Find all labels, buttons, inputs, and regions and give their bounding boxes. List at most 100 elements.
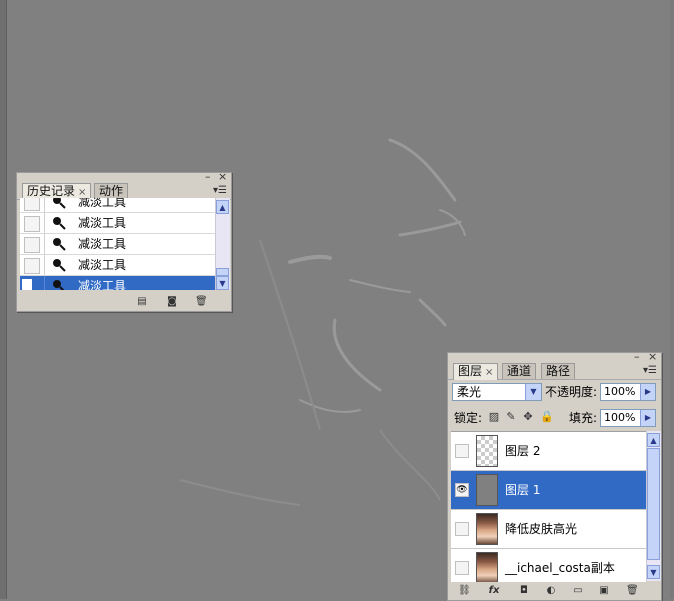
lock-row: 锁定: ▨ ✎ ✥ 🔒 填充: 100% ▶ xyxy=(448,408,661,430)
history-item[interactable]: 减淡工具 xyxy=(20,255,216,276)
layer-thumbnail xyxy=(476,552,498,582)
layer-row[interactable]: __ichael_costa副本 xyxy=(451,549,646,582)
new-document-icon[interactable]: ▤ xyxy=(136,296,148,307)
opacity-label: 不透明度: xyxy=(545,385,598,399)
layers-panel-titlebar[interactable]: – × xyxy=(448,351,661,363)
layer-thumbnail xyxy=(476,474,498,506)
snapshot-camera-icon[interactable]: ◙ xyxy=(166,296,178,307)
divider xyxy=(44,198,45,212)
layer-name: __ichael_costa副本 xyxy=(505,561,615,575)
panel-menu-icon[interactable]: ▾☰ xyxy=(643,365,657,376)
lock-move-icon[interactable]: ✥ xyxy=(522,411,534,423)
tab-channels[interactable]: 通道 xyxy=(502,363,537,379)
eye-icon[interactable]: 👁 xyxy=(455,483,469,497)
opacity-input[interactable]: 100% ▶ xyxy=(600,383,656,401)
tab-close-icon[interactable]: × xyxy=(485,367,493,378)
scroll-thumb[interactable] xyxy=(647,448,660,560)
tab-paths-label: 路径 xyxy=(546,364,571,378)
fill-input[interactable]: 100% ▶ xyxy=(600,409,656,427)
visibility-toggle[interactable] xyxy=(455,444,469,458)
close-icon[interactable]: × xyxy=(648,351,657,363)
mask-icon[interactable]: ◘ xyxy=(518,585,530,596)
layers-panel: – × 图层 × 通道 路径 ▾☰ 柔光 ▼ 不透明度: 100% ▶ 锁定: ▨… xyxy=(447,351,662,601)
tab-actions[interactable]: 动作 xyxy=(94,183,129,199)
blend-row: 柔光 ▼ 不透明度: 100% ▶ xyxy=(448,381,661,403)
layer-name: 图层 2 xyxy=(505,444,541,458)
chevron-right-icon[interactable]: ▶ xyxy=(640,384,655,400)
opacity-value: 100% xyxy=(604,385,636,398)
tab-layers[interactable]: 图层 × xyxy=(453,363,499,380)
history-item[interactable]: 减淡工具 xyxy=(20,234,216,255)
visibility-toggle[interactable] xyxy=(455,561,469,575)
layer-row[interactable]: 降低皮肤高光 xyxy=(451,510,646,549)
folder-icon[interactable]: ▭ xyxy=(572,585,584,596)
dodge-tool-icon xyxy=(53,259,66,272)
history-item-label: 减淡工具 xyxy=(78,279,127,290)
history-scrollbar[interactable]: ▲ ▼ xyxy=(215,198,230,290)
history-item-label: 减淡工具 xyxy=(78,258,127,272)
tab-history-label: 历史记录 xyxy=(27,184,76,198)
snapshot-source-checkbox[interactable] xyxy=(24,216,40,232)
tab-actions-label: 动作 xyxy=(99,184,124,198)
history-panel-titlebar[interactable]: – × xyxy=(17,171,231,183)
scroll-up-icon[interactable]: ▲ xyxy=(647,433,660,447)
history-item-label: 减淡工具 xyxy=(78,237,127,251)
layer-name: 降低皮肤高光 xyxy=(505,522,578,536)
tab-channels-label: 通道 xyxy=(507,364,532,378)
chevron-right-icon[interactable]: ▶ xyxy=(640,410,655,426)
history-item[interactable]: 减淡工具 xyxy=(20,198,216,213)
fill-value: 100% xyxy=(604,411,636,424)
panel-menu-icon[interactable]: ▾☰ xyxy=(213,185,227,196)
layers-footer: ⛓ fx ◘ ◐ ▭ ▣ 🗑 xyxy=(448,583,661,599)
history-item[interactable]: 减淡工具 xyxy=(20,213,216,234)
close-icon[interactable]: × xyxy=(218,171,227,183)
minimize-icon[interactable]: – xyxy=(205,171,211,183)
scroll-up-icon[interactable]: ▲ xyxy=(216,200,229,214)
chevron-down-icon[interactable]: ▼ xyxy=(525,384,541,400)
lock-label: 锁定: xyxy=(454,411,483,425)
tab-paths[interactable]: 路径 xyxy=(541,363,576,379)
history-item-label: 减淡工具 xyxy=(78,216,127,230)
minimize-icon[interactable]: – xyxy=(634,351,640,363)
history-list: 减淡工具 减淡工具 减淡工具 减淡工具 减淡工具 xyxy=(20,198,216,290)
dodge-tool-icon xyxy=(53,238,66,251)
divider xyxy=(44,213,45,233)
layer-thumbnail xyxy=(476,513,498,545)
adjustment-icon[interactable]: ◐ xyxy=(545,585,557,596)
scroll-thumb[interactable] xyxy=(216,268,229,276)
blend-mode-select[interactable]: 柔光 ▼ xyxy=(452,383,542,401)
layers-scrollbar[interactable]: ▲ ▼ xyxy=(646,431,661,581)
scroll-down-icon[interactable]: ▼ xyxy=(647,565,660,579)
scroll-down-icon[interactable]: ▼ xyxy=(216,276,229,290)
fill-label: 填充: xyxy=(569,411,598,425)
tab-layers-label: 图层 xyxy=(458,364,483,378)
link-icon[interactable]: ⛓ xyxy=(458,585,471,596)
history-item-selected[interactable]: 减淡工具 xyxy=(20,276,216,290)
new-layer-icon[interactable]: ▣ xyxy=(598,585,610,596)
history-panel: – × 历史记录 × 动作 ▾☰ 减淡工具 减淡工具 减淡工具 减淡工具 减淡工… xyxy=(16,171,232,312)
tab-close-icon[interactable]: × xyxy=(78,187,86,198)
layers-panel-tabs: 图层 × 通道 路径 ▾☰ xyxy=(448,363,661,380)
snapshot-source-checkbox[interactable] xyxy=(24,258,40,274)
trash-icon[interactable]: 🗑 xyxy=(626,585,639,596)
divider xyxy=(44,276,45,290)
dodge-tool-icon xyxy=(53,198,66,209)
lock-all-icon[interactable]: 🔒 xyxy=(540,411,554,423)
dodge-tool-icon xyxy=(53,280,65,290)
trash-icon[interactable]: 🗑 xyxy=(195,296,208,307)
fx-icon[interactable]: fx xyxy=(488,585,500,596)
layer-name: 图层 1 xyxy=(505,483,541,497)
layer-row-selected[interactable]: 👁 图层 1 xyxy=(451,471,646,510)
history-state-pointer-icon[interactable] xyxy=(22,279,32,290)
lock-transparency-icon[interactable]: ▨ xyxy=(488,411,500,423)
layer-row[interactable]: 图层 2 xyxy=(451,432,646,471)
snapshot-source-checkbox[interactable] xyxy=(24,198,40,211)
dodge-tool-icon xyxy=(53,217,66,230)
layer-thumbnail xyxy=(476,435,498,467)
visibility-toggle[interactable] xyxy=(455,522,469,536)
divider xyxy=(44,234,45,254)
blend-mode-value: 柔光 xyxy=(457,385,482,399)
snapshot-source-checkbox[interactable] xyxy=(24,237,40,253)
layers-list: 图层 2 👁 图层 1 降低皮肤高光 __ichael_costa副本 xyxy=(451,431,646,582)
lock-brush-icon[interactable]: ✎ xyxy=(505,411,517,423)
